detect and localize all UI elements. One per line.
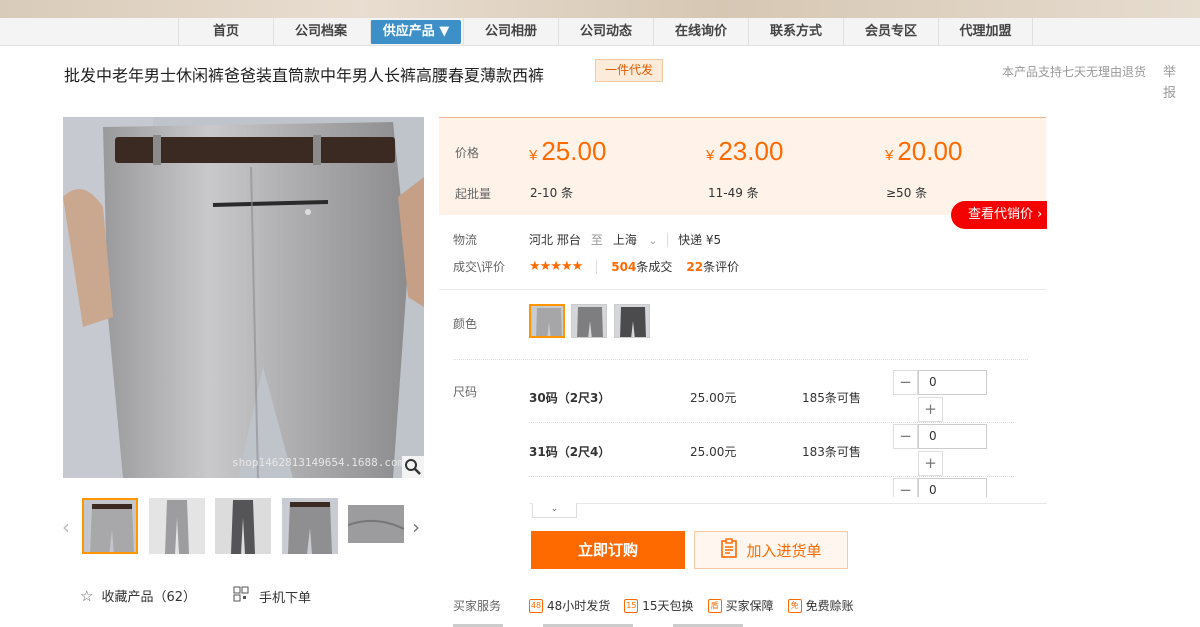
divider: [596, 259, 598, 274]
qty-input[interactable]: 0: [918, 370, 987, 395]
price-tier-2: ¥23.00: [706, 136, 784, 166]
divider: [667, 232, 669, 247]
size-name-30: 30码（2尺3）: [529, 391, 611, 405]
credit-icon: 免: [787, 598, 802, 613]
nav-members[interactable]: 会员专区: [843, 18, 938, 46]
qty-tier-1: 2-10 条: [530, 186, 574, 200]
service-48h-shipping[interactable]: 48 48小时发货: [529, 597, 610, 614]
logistics-row: 河北 邢台 至 上海 ⌄ 快递 ¥5: [529, 231, 721, 248]
deals-label: 成交\评价: [453, 260, 506, 274]
section-divider: [529, 503, 1047, 504]
collect-label: 收藏产品（62）: [101, 590, 196, 605]
size-stock-31: 183条可售: [802, 445, 861, 459]
price-tier-3: ¥20.00: [885, 136, 963, 166]
qty-plus-button[interactable]: +: [918, 451, 943, 476]
rating-stars-icon: ★★★★★: [529, 259, 583, 274]
chevron-right-icon[interactable]: ›: [412, 515, 420, 539]
thumbnail-3[interactable]: [215, 498, 271, 554]
color-label: 颜色: [453, 317, 478, 331]
row-divider: [529, 476, 1014, 477]
shipping-fee: 快递 ¥5: [678, 233, 722, 247]
services-row: 48 48小时发货 15 15天包换 盾 买家保障 免 免费赊账: [529, 597, 854, 614]
service-free-credit[interactable]: 免 免费赊账: [787, 597, 854, 614]
shield-icon: 盾: [707, 598, 722, 613]
exchange-15day-icon: 15: [624, 598, 639, 613]
product-main-image[interactable]: [63, 117, 424, 478]
price-tier-1: ¥25.00: [529, 136, 607, 166]
clipboard-icon: [720, 538, 738, 562]
image-watermark: shop1462813149654.1688.com: [232, 456, 405, 469]
add-to-cart-label: 加入进货单: [746, 541, 822, 560]
service-buyer-protection[interactable]: 盾 买家保障: [707, 597, 774, 614]
size-label: 尺码: [453, 385, 478, 399]
color-swatch-light-gray[interactable]: [529, 304, 565, 338]
chevron-left-icon[interactable]: ‹: [62, 515, 70, 539]
ship-to-select[interactable]: 上海 ⌄: [613, 231, 657, 248]
service-15day-exchange[interactable]: 15 15天包换: [624, 597, 694, 614]
deals-row: ★★★★★ 504条成交 22条评价: [529, 258, 739, 275]
qty-minus-button[interactable]: −: [893, 478, 918, 497]
ship-from: 河北 邢台: [529, 233, 581, 247]
order-now-button[interactable]: 立即订购: [531, 531, 685, 569]
thumbnail-2[interactable]: [149, 498, 205, 554]
qty-tier-2: 11-49 条: [708, 186, 759, 200]
size-row-partial: − 0: [893, 478, 988, 497]
services-label: 买家服务: [453, 599, 502, 613]
section-divider: [439, 289, 1046, 290]
section-divider: [453, 359, 1028, 360]
collect-product[interactable]: ☆ 收藏产品（62）: [80, 586, 196, 606]
magnifier-icon[interactable]: [402, 456, 424, 478]
report-link[interactable]: 举报: [1163, 62, 1179, 104]
chevron-down-icon[interactable]: ⌄: [532, 503, 577, 518]
price-panel: 价格 起批量 ¥25.00 ¥23.00 ¥20.00 2-10 条 11-49…: [439, 117, 1046, 215]
add-to-cart-button[interactable]: 加入进货单: [694, 531, 848, 569]
row-divider: [529, 422, 1014, 423]
logistics-label: 物流: [453, 233, 478, 247]
nav-inquiry[interactable]: 在线询价: [653, 18, 748, 46]
product-title: 批发中老年男士休闲裤爸爸装直筒款中年男人长裤高腰春夏薄款西裤: [64, 66, 545, 85]
size-price-30: 25.00元: [690, 391, 737, 405]
qty-minus-button[interactable]: −: [893, 370, 918, 395]
size-price-31: 25.00元: [690, 445, 737, 459]
qty-input[interactable]: 0: [918, 478, 987, 497]
qty-minus-button[interactable]: −: [893, 424, 918, 449]
thumbnail-4[interactable]: [282, 498, 338, 554]
size-stock-30: 185条可售: [802, 391, 861, 405]
nav-products[interactable]: 供应产品 ▼: [370, 20, 461, 44]
qty-tier-3: ≥50 条: [886, 186, 928, 200]
ship-to-word: 至: [590, 233, 603, 247]
dropship-tag: 一件代发: [595, 59, 664, 82]
nav-agency[interactable]: 代理加盟: [938, 18, 1033, 46]
shipping-48h-icon: 48: [529, 598, 543, 613]
qty-input[interactable]: 0: [918, 424, 987, 449]
return-policy-note: 本产品支持七天无理由退货: [1002, 65, 1147, 79]
deal-count[interactable]: 504条成交: [611, 258, 672, 275]
top-banner: [0, 0, 1200, 18]
qr-code-icon: [233, 586, 249, 606]
site-navbar: 首页 公司档案 供应产品 ▼ 公司相册 公司动态 在线询价 联系方式 会员专区 …: [0, 18, 1200, 46]
nav-album[interactable]: 公司相册: [463, 18, 558, 46]
color-swatch-gray[interactable]: [571, 304, 607, 338]
mobile-order[interactable]: 手机下单: [233, 586, 311, 606]
color-swatch-dark-gray[interactable]: [614, 304, 650, 338]
nav-home[interactable]: 首页: [178, 18, 273, 46]
nav-company-profile[interactable]: 公司档案: [273, 18, 368, 46]
review-count[interactable]: 22条评价: [686, 258, 739, 275]
thumbnail-1[interactable]: [82, 498, 138, 554]
thumbnail-5[interactable]: [348, 505, 404, 543]
star-outline-icon: ☆: [80, 586, 94, 605]
view-agent-price-button[interactable]: 查看代销价 ›: [951, 201, 1047, 229]
clipped-row: [453, 620, 873, 627]
size-name-31: 31码（2尺4）: [529, 445, 611, 459]
nav-news[interactable]: 公司动态: [558, 18, 653, 46]
mobile-order-label: 手机下单: [259, 590, 312, 606]
nav-contact[interactable]: 联系方式: [748, 18, 843, 46]
price-label: 价格: [455, 146, 480, 160]
batch-label: 起批量: [455, 187, 492, 201]
qty-plus-button[interactable]: +: [918, 397, 943, 422]
